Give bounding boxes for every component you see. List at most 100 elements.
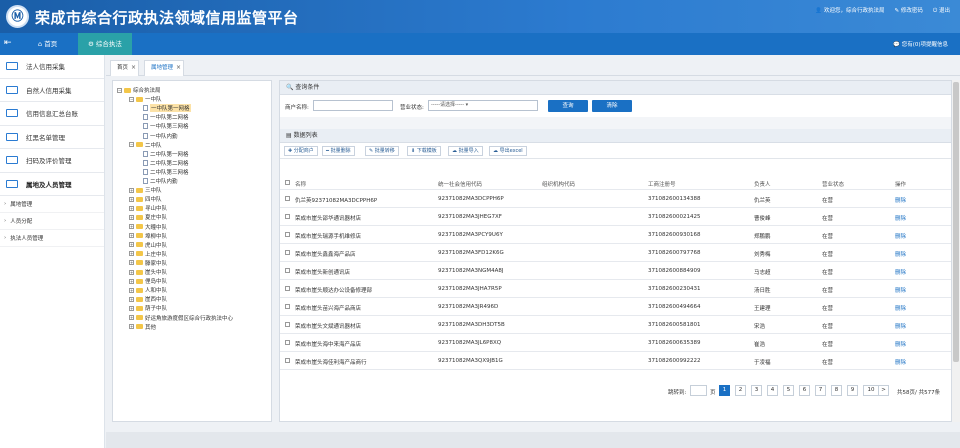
table-row[interactable]: 荣成市崖头海中来海产品店 92371082MA3JL6P8XQ 3710826006… bbox=[280, 334, 951, 352]
delete-link[interactable]: 删除 bbox=[895, 358, 906, 366]
table-row[interactable]: 荣成市崖头新创通讯店 92371082MA3NGM4A8J 371082600884… bbox=[280, 262, 951, 280]
sidebar-menu-4[interactable]: 扫码及评价管理 bbox=[0, 149, 104, 173]
delete-link[interactable]: 删除 bbox=[895, 232, 906, 240]
user-welcome[interactable]: 👤 欢迎您，综合行政执法局 bbox=[815, 6, 884, 15]
assign-merchant-button[interactable]: ✚ 分配商户 bbox=[284, 146, 318, 156]
tree-node[interactable]: − 二中队 bbox=[129, 141, 162, 149]
batch-import-button[interactable]: ☁ 批量导入 bbox=[448, 146, 483, 156]
sidebar-sub-1[interactable]: › 人员分配 bbox=[0, 213, 104, 230]
delete-link[interactable]: 删除 bbox=[895, 250, 906, 258]
nav-home[interactable]: ⌂ 首页 bbox=[28, 33, 67, 55]
goto-page-input[interactable] bbox=[690, 385, 707, 396]
expand-toggle-icon[interactable]: + bbox=[129, 233, 134, 239]
sidebar-sub-2[interactable]: › 执法人员管理 bbox=[0, 230, 104, 247]
tree-node[interactable]: + 夏庄中队 bbox=[129, 213, 167, 221]
tree-node[interactable]: + 寻山中队 bbox=[129, 204, 167, 212]
select-all-checkbox[interactable] bbox=[285, 180, 290, 185]
row-checkbox[interactable] bbox=[285, 214, 290, 219]
delete-link[interactable]: 删除 bbox=[895, 268, 906, 276]
delete-link[interactable]: 删除 bbox=[895, 322, 906, 330]
expand-toggle-icon[interactable]: + bbox=[129, 287, 134, 293]
expand-toggle-icon[interactable]: + bbox=[129, 214, 134, 220]
search-button[interactable]: 查询 bbox=[548, 100, 588, 112]
tree-node[interactable]: + 其他 bbox=[129, 323, 156, 331]
message-notice[interactable]: 💬 您有(0)项提醒信息 bbox=[893, 40, 948, 48]
batch-delete-button[interactable]: ━ 批量删除 bbox=[322, 146, 355, 156]
tree-node[interactable]: + 好运角旅游度假区综合行政执法中心 bbox=[129, 314, 233, 322]
expand-toggle-icon[interactable]: + bbox=[129, 315, 134, 320]
expand-toggle-icon[interactable]: + bbox=[129, 260, 134, 266]
sidebar-menu-1[interactable]: 自然人信用采集 bbox=[0, 79, 104, 102]
sidebar-sub-0[interactable]: › 属地管理 bbox=[0, 196, 104, 213]
expand-toggle-icon[interactable]: + bbox=[129, 251, 134, 257]
delete-link[interactable]: 删除 bbox=[895, 304, 906, 312]
merchant-name-input[interactable] bbox=[313, 100, 393, 111]
sidebar-menu-0[interactable]: 法人信用采集 bbox=[0, 55, 104, 79]
page-button[interactable]: 7 bbox=[815, 385, 826, 396]
expand-toggle-icon[interactable]: + bbox=[129, 196, 134, 202]
table-row[interactable]: 荣成市崖头苗兴海产品商店 92371082MA3JR496D 37108260049… bbox=[280, 298, 951, 316]
nav-comprehensive-enforcement[interactable]: ⚙ 综合执法 bbox=[78, 33, 132, 55]
next-page-button[interactable]: > bbox=[878, 385, 889, 396]
table-row[interactable]: 荣成市崖头文斌通讯器材店 92371082MA3DH3DT5B 3710826005… bbox=[280, 316, 951, 334]
sidebar-menu-2[interactable]: 信用信息汇总台账 bbox=[0, 102, 104, 126]
delete-link[interactable]: 删除 bbox=[895, 340, 906, 348]
page-button[interactable]: 1 bbox=[719, 385, 730, 396]
tree-node[interactable]: + 三中队 bbox=[129, 186, 162, 194]
tree-node[interactable]: 二中队第三网格 bbox=[143, 168, 189, 176]
close-icon[interactable]: × bbox=[176, 60, 181, 75]
expand-toggle-icon[interactable]: + bbox=[129, 324, 134, 330]
close-icon[interactable]: × bbox=[131, 60, 136, 75]
tree-node[interactable]: 一中队内勤 bbox=[143, 132, 178, 140]
expand-toggle-icon[interactable]: − bbox=[129, 96, 134, 102]
tree-node[interactable]: 一中队第三网格 bbox=[143, 122, 189, 130]
tree-node[interactable]: + 荫子中队 bbox=[129, 304, 167, 312]
table-row[interactable]: 荣成市崖头瑞源手机维修店 92371082MA3PCY9U6Y 3710826009… bbox=[280, 226, 951, 244]
table-row[interactable]: 荣成市崖头鑫鑫海产品店 92371082MA3FD12K6G 37108260079… bbox=[280, 244, 951, 262]
tree-node[interactable]: − 一中队 bbox=[129, 95, 162, 103]
page-button[interactable]: 8 bbox=[831, 385, 842, 396]
expand-toggle-icon[interactable]: + bbox=[129, 305, 134, 311]
business-status-select[interactable]: -----请选择----- ▾ bbox=[428, 100, 538, 111]
row-checkbox[interactable] bbox=[285, 358, 290, 363]
tree-node[interactable]: + 俚岛中队 bbox=[129, 277, 167, 285]
table-row[interactable]: 荣成市崖头顺达办公设备修理部 92371082MA3JHA7R5P 37108260… bbox=[280, 280, 951, 298]
expand-toggle-icon[interactable]: + bbox=[129, 224, 134, 229]
expand-toggle-icon[interactable]: + bbox=[129, 242, 134, 248]
row-checkbox[interactable] bbox=[285, 322, 290, 327]
expand-toggle-icon[interactable]: − bbox=[117, 87, 122, 93]
page-button[interactable]: 6 bbox=[799, 385, 810, 396]
tab-territory-management[interactable]: 属地管理 × bbox=[144, 60, 185, 76]
tree-node[interactable]: 二中队第二网格 bbox=[143, 159, 189, 167]
tab-home[interactable]: 首页 × bbox=[110, 60, 140, 76]
sidebar-menu-5[interactable]: 属地及人员管理 bbox=[0, 173, 104, 196]
table-row[interactable]: 荣成市崖头邵华通讯器材店 92371082MA3JHEG7XF 3710826000… bbox=[280, 208, 951, 226]
row-checkbox[interactable] bbox=[285, 268, 290, 273]
row-checkbox[interactable] bbox=[285, 232, 290, 237]
page-button[interactable]: 9 bbox=[847, 385, 858, 396]
expand-toggle-icon[interactable]: + bbox=[129, 187, 134, 193]
export-excel-button[interactable]: ☁ 导出excel bbox=[489, 146, 527, 156]
table-row[interactable]: 荣成市崖头海佳利海产品商行 92371082MA3QX9JB1G 371082600… bbox=[280, 352, 951, 370]
row-checkbox[interactable] bbox=[285, 250, 290, 255]
tree-node[interactable]: + 四中队 bbox=[129, 195, 162, 203]
tree-node[interactable]: + 人和中队 bbox=[129, 286, 167, 294]
back-arrow-icon[interactable]: ⇤ bbox=[4, 38, 12, 48]
tree-node[interactable]: + 大疃中队 bbox=[129, 223, 167, 231]
tree-node[interactable]: + 崖西中队 bbox=[129, 295, 167, 303]
expand-toggle-icon[interactable]: + bbox=[129, 278, 134, 284]
tree-node[interactable]: + 滕家中队 bbox=[129, 259, 167, 267]
sidebar-menu-3[interactable]: 红黑名单管理 bbox=[0, 126, 104, 149]
table-row[interactable]: 仇兰英92371082MA3DCPPH6P 92371082MA3DCPPH6P 3… bbox=[280, 190, 951, 208]
delete-link[interactable]: 删除 bbox=[895, 214, 906, 222]
page-button[interactable]: 5 bbox=[783, 385, 794, 396]
scrollbar-thumb[interactable] bbox=[953, 82, 959, 362]
tree-node[interactable]: 二中队第一网格 bbox=[143, 150, 189, 158]
logout-link[interactable]: ⏻ 退出 bbox=[933, 6, 950, 15]
delete-link[interactable]: 删除 bbox=[895, 286, 906, 294]
tree-node[interactable]: 一中队第一网格 bbox=[143, 104, 191, 113]
expand-toggle-icon[interactable]: − bbox=[129, 142, 134, 148]
row-checkbox[interactable] bbox=[285, 304, 290, 309]
page-button[interactable]: 4 bbox=[767, 385, 778, 396]
clear-button[interactable]: 清除 bbox=[592, 100, 632, 112]
